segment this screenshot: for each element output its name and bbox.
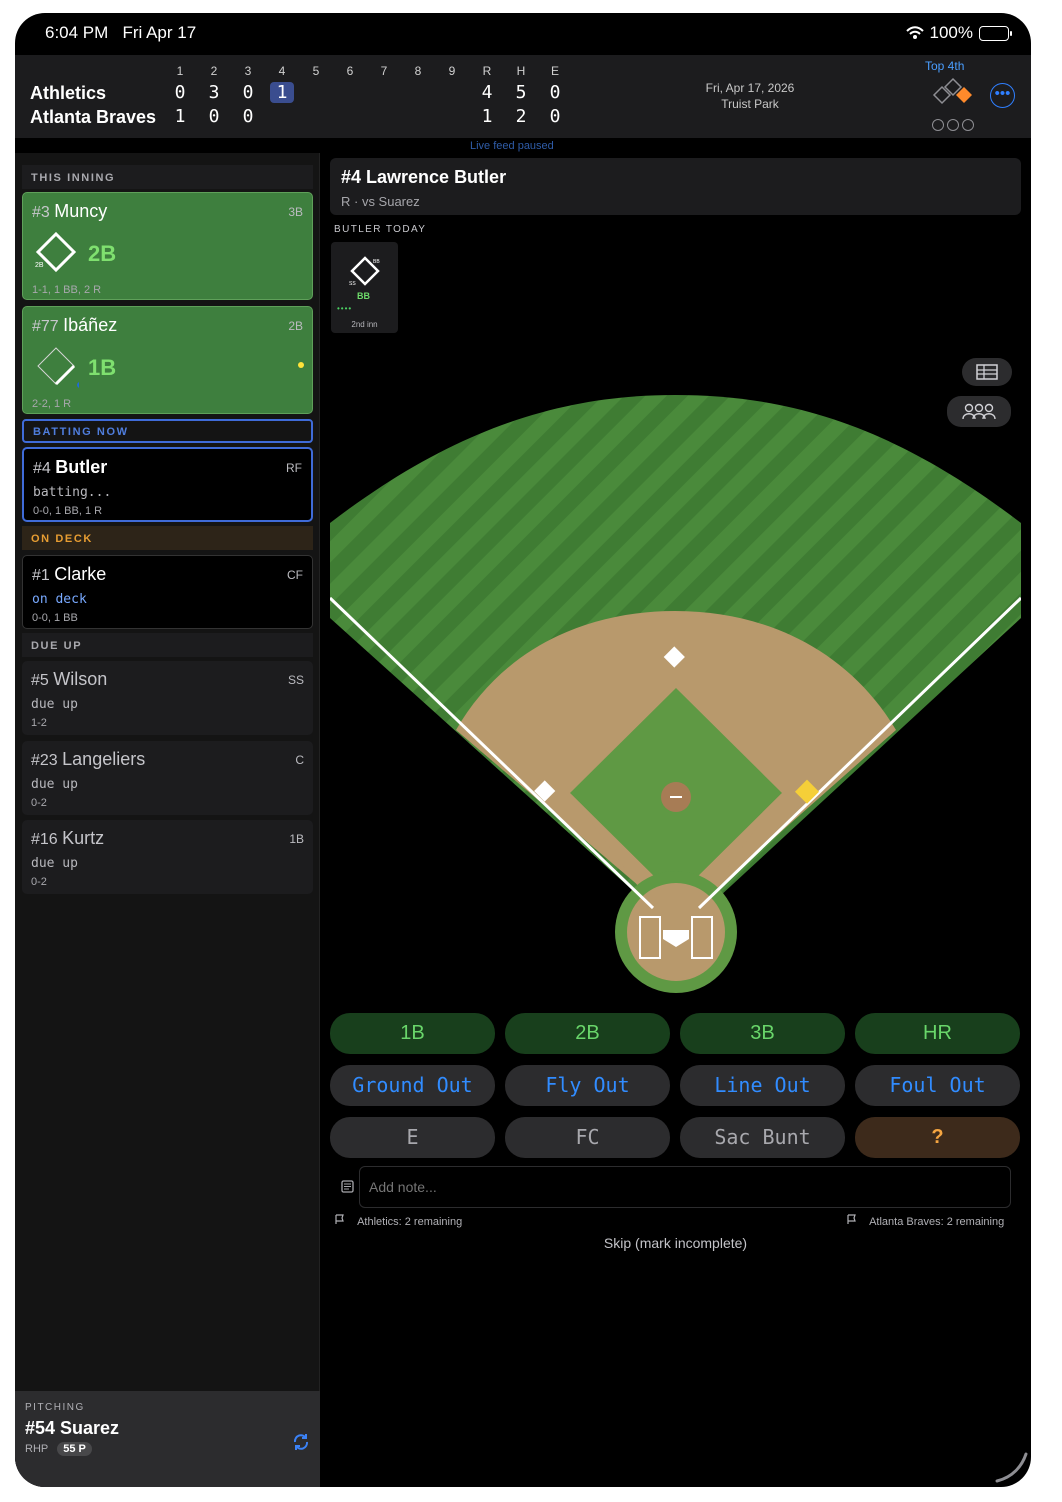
inning-status: Top 4th (925, 59, 965, 73)
batting-now-heading: BATTING NOW (22, 419, 313, 443)
diamond-icon: BB SS (349, 256, 380, 287)
flag-icon (335, 1214, 344, 1224)
inning-header: 8 (414, 64, 422, 78)
more-icon[interactable]: ••• (990, 83, 1015, 108)
game-info: Fri, Apr 17, 2026 Truist Park (675, 80, 825, 112)
table-icon (976, 364, 998, 380)
sac-bunt-button[interactable]: Sac Bunt (680, 1117, 845, 1158)
away-remaining: Athletics: 2 remaining (335, 1214, 462, 1228)
fly-out-button[interactable]: Fly Out (505, 1065, 670, 1106)
batter-name: #4 Lawrence Butler (341, 167, 507, 187)
pitcher-details: RHP 55 P (25, 1442, 310, 1456)
venue: Truist Park (721, 97, 779, 111)
inning-score: 0 (174, 82, 186, 103)
battery-icon (979, 25, 1012, 41)
note-row (330, 1166, 1021, 1208)
note-input[interactable] (359, 1166, 1011, 1208)
single-button[interactable]: 1B (330, 1013, 495, 1054)
inning-score: 0 (208, 106, 220, 127)
current-batter-header: #4 Lawrence Butler R · vs Suarez (330, 158, 1021, 215)
team-total: 4 (481, 82, 493, 103)
unknown-result-button[interactable]: ? (855, 1117, 1020, 1158)
inning-score: 1 (174, 106, 186, 127)
sync-icon[interactable] (291, 1432, 311, 1452)
inning-header: 7 (380, 64, 388, 78)
batter-card-wilson[interactable]: #5 Wilson SS due up 1-2 (22, 661, 313, 735)
svg-text:BB: BB (373, 259, 380, 265)
inning-header: 1 (176, 64, 184, 78)
foul-out-button[interactable]: Foul Out (855, 1065, 1020, 1106)
skip-button[interactable]: Skip (mark incomplete) (330, 1235, 1021, 1251)
base-label: 2B (35, 262, 44, 269)
pitcher-name: #54 Suarez (25, 1418, 120, 1438)
inning-header: 5 (312, 64, 320, 78)
pitching-panel: PITCHING #54 Suarez RHP 55 P (15, 1391, 320, 1487)
error-button[interactable]: E (330, 1117, 495, 1158)
team-total: 0 (549, 82, 561, 103)
total-header: E (550, 64, 559, 78)
table-button[interactable] (962, 358, 1012, 386)
total-header: R (482, 64, 492, 78)
team-total: 2 (515, 106, 527, 127)
inning-score: 0 (242, 106, 254, 127)
device-screen: 6:04 PM Fri Apr 17 100% Athletics Atlant… (15, 13, 1031, 1487)
game-date: Fri, Apr 17, 2026 (705, 81, 795, 95)
batter-matchup: R · vs Suarez (341, 194, 420, 209)
hit-result: 2B (88, 241, 117, 266)
double-button[interactable]: 2B (505, 1013, 670, 1054)
batting-order-sidebar: THIS INNING #3 Muncy 3B 2B 2B 1-1, 1 BB,… (15, 153, 320, 1487)
batter-card-ibanez[interactable]: #77 Ibáñez 2B 1B 2-2, 1 R (22, 306, 313, 414)
flag-icon (847, 1214, 856, 1224)
today-plate-appearance[interactable]: BB SS BB •••• 2nd inn (331, 242, 398, 333)
status-time: 6:04 PM Fri Apr 17 (45, 23, 197, 42)
on-deck-heading: ON DECK (22, 526, 313, 550)
batter-card-langeliers[interactable]: #23 Langeliers C due up 0-2 (22, 741, 313, 815)
team-name-home: Atlanta Braves (30, 107, 157, 127)
team-total: 5 (515, 82, 527, 103)
inning-header: 9 (448, 64, 456, 78)
team-name-away: Athletics (30, 83, 107, 103)
inning-header: 4 (278, 64, 286, 78)
fielders-choice-button[interactable]: FC (505, 1117, 670, 1158)
inning-score: 1 (270, 82, 294, 103)
inning-header: 6 (346, 64, 354, 78)
home-indicator (995, 1452, 1028, 1483)
home-remaining: Atlanta Braves: 2 remaining (847, 1214, 1004, 1228)
inning-score: 3 (208, 82, 220, 103)
batter-card-clarke[interactable]: #1 Clarke CF on deck 0-0, 1 BB (22, 555, 313, 629)
inning-header: 3 (244, 64, 252, 78)
line-out-button[interactable]: Line Out (680, 1065, 845, 1106)
batter-card-butler[interactable]: #4 Butler RF batting... 0-0, 1 BB, 1 R (22, 447, 313, 522)
status-icons: 100% (905, 23, 1012, 43)
team-total: 0 (549, 106, 561, 127)
ground-out-button[interactable]: Ground Out (330, 1065, 495, 1106)
due-up-heading: DUE UP (22, 633, 313, 657)
pitch-dots: •••• (337, 304, 353, 313)
hit-result: 1B (88, 355, 117, 380)
diamond-icon: 2B (35, 231, 77, 273)
base-runners-icon (932, 77, 972, 105)
wifi-icon (905, 26, 924, 39)
svg-text:SS: SS (349, 281, 356, 287)
triple-button[interactable]: 3B (680, 1013, 845, 1054)
diamond-icon (37, 347, 79, 388)
scoreboard: Athletics Atlanta Braves 1 2 3 4 5 6 7 8 9 R H E 0 3 0… (15, 55, 1031, 138)
team-total: 1 (481, 106, 493, 127)
pitch-count: 55 P (57, 1442, 92, 1456)
inning-header: 2 (210, 64, 218, 78)
note-icon (341, 1180, 354, 1193)
runner-dot (298, 362, 304, 368)
this-inning-heading: THIS INNING (22, 165, 313, 189)
home-run-button[interactable]: HR (855, 1013, 1020, 1054)
live-feed-status[interactable]: Live feed paused (470, 140, 554, 152)
inning-score: 0 (242, 82, 254, 103)
batter-card-kurtz[interactable]: #16 Kurtz 1B due up 0-2 (22, 820, 313, 894)
battery-percentage: 100% (929, 23, 973, 42)
batter-card-muncy[interactable]: #3 Muncy 3B 2B 2B 1-1, 1 BB, 2 R (22, 192, 313, 300)
total-header: H (516, 64, 526, 78)
outs-indicator (932, 119, 974, 131)
batter-today-label: BUTLER TODAY (334, 224, 427, 235)
baseball-field-diagram[interactable] (330, 393, 1021, 998)
